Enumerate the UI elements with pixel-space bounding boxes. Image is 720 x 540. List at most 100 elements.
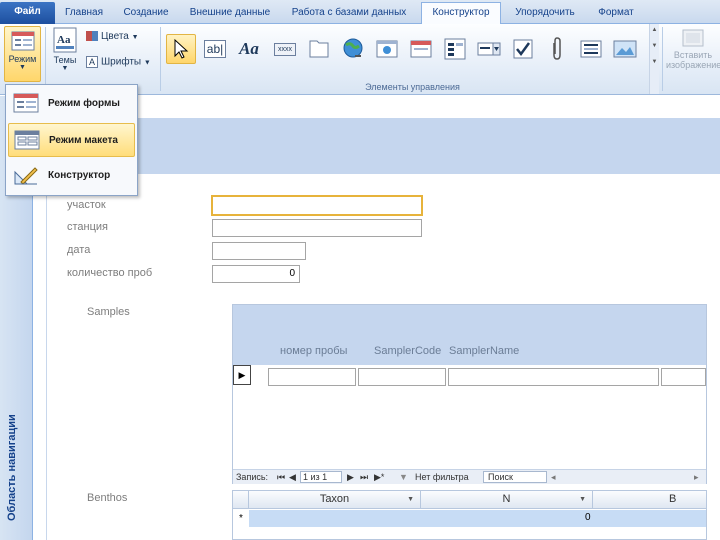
- web-browser-control-button[interactable]: [372, 34, 402, 64]
- tab-home[interactable]: Главная: [58, 3, 110, 24]
- button-control-button[interactable]: xxxx: [270, 34, 300, 64]
- benthos-subform[interactable]: Taxon ▼ N ▼ B * 0: [232, 490, 707, 540]
- design-view-icon: [14, 167, 38, 185]
- checkbox-control-button[interactable]: [508, 34, 538, 64]
- record-position-box[interactable]: 1 из 1: [300, 471, 342, 483]
- station-field[interactable]: [212, 219, 422, 237]
- tab-arrange[interactable]: Упорядочить: [505, 3, 585, 24]
- menu-item-layout-view[interactable]: Режим макета: [8, 123, 135, 157]
- colors-icon: [86, 31, 98, 42]
- fonts-icon: A: [86, 56, 98, 68]
- sampler-name-cell[interactable]: [448, 368, 659, 386]
- combo-box-icon: [477, 42, 501, 56]
- form-header: [46, 118, 720, 174]
- chevron-down-icon[interactable]: ▼: [579, 491, 586, 508]
- list-box-icon: [580, 40, 602, 58]
- first-record-button[interactable]: ⏮: [277, 472, 285, 483]
- controls-group-label: Элементы управления: [365, 82, 460, 92]
- plot-field[interactable]: [211, 195, 423, 216]
- label-control-button[interactable]: Aa: [234, 34, 264, 64]
- paperclip-icon: [553, 37, 561, 60]
- record-label: Запись:: [236, 472, 269, 482]
- globe-link-icon: [343, 38, 363, 58]
- navigation-control-button[interactable]: [406, 34, 436, 64]
- n-value-cell[interactable]: 0: [585, 512, 591, 523]
- command-button-icon: xxxx: [274, 42, 296, 56]
- menu-item-design-view[interactable]: Конструктор: [8, 159, 135, 193]
- column-header-sample-number: номер пробы: [280, 345, 348, 357]
- benthos-subform-label: Benthos: [87, 492, 128, 504]
- tab-external-data[interactable]: Внешние данные: [184, 3, 276, 24]
- form-margin-line: [46, 174, 47, 540]
- tab-create[interactable]: Создание: [116, 3, 176, 24]
- select-pointer-button[interactable]: [166, 34, 196, 64]
- samples-subform-label: Samples: [87, 306, 130, 318]
- chevron-up-icon: ▲: [651, 27, 658, 33]
- attachment-control-button[interactable]: [542, 34, 572, 64]
- combo-box-control-button[interactable]: [474, 34, 504, 64]
- pointer-icon: [174, 38, 189, 59]
- menu-item-form-view[interactable]: Режим формы: [8, 87, 135, 121]
- filter-status[interactable]: Нет фильтра: [415, 472, 469, 482]
- tab-design[interactable]: Конструктор: [421, 2, 501, 24]
- last-record-button[interactable]: ⏭: [360, 472, 368, 483]
- fonts-button[interactable]: A Шрифты ▼: [86, 56, 151, 68]
- scroll-right-icon[interactable]: ▸: [694, 472, 699, 483]
- chevron-down-icon: ▼: [19, 64, 26, 71]
- insert-image-button[interactable]: Вставить изображение: [666, 28, 720, 84]
- ribbon-tab-bar: Файл Главная Создание Внешние данные Раб…: [0, 0, 720, 24]
- new-record-row[interactable]: [233, 510, 706, 527]
- sample-number-cell[interactable]: [268, 368, 356, 386]
- record-navigator: Запись: ⏮ ◀ 1 из 1 ▶ ⏭ ▶* ▼ Нет фильтра …: [233, 469, 706, 484]
- tab-control-icon: [309, 40, 329, 58]
- extra-cell[interactable]: [661, 368, 706, 386]
- chevron-down-icon: ▼: [131, 34, 139, 41]
- column-header-sampler-code: SamplerCode: [374, 345, 442, 357]
- column-header-n[interactable]: N ▼: [421, 491, 593, 509]
- themes-label: Темы: [53, 55, 77, 65]
- samples-subform[interactable]: номер пробы SamplerCode SamplerName ▶ За…: [232, 304, 707, 484]
- layout-view-icon: [14, 130, 40, 150]
- field-label-sample-count: количество проб: [67, 267, 153, 279]
- form-view-icon: [11, 31, 34, 51]
- tab-control-button[interactable]: [304, 34, 334, 64]
- column-header-sampler-name: SamplerName: [449, 345, 520, 357]
- tab-file[interactable]: Файл: [0, 2, 55, 24]
- view-mode-button[interactable]: Режим ▼: [4, 26, 41, 82]
- insert-image-icon: [682, 29, 704, 47]
- group-separator: [160, 27, 161, 91]
- sample-count-field[interactable]: 0: [212, 265, 300, 283]
- image-control-button[interactable]: [610, 34, 640, 64]
- next-record-button[interactable]: ▶: [347, 472, 354, 483]
- scroll-left-icon[interactable]: ◂: [551, 472, 556, 483]
- textbox-control-button[interactable]: ab|: [200, 34, 230, 64]
- tab-database-tools[interactable]: Работа с базами данных: [284, 3, 414, 24]
- chevron-down-icon: ▼: [651, 43, 658, 49]
- field-label-plot: участок: [67, 199, 106, 211]
- group-separator: [662, 27, 663, 91]
- date-field[interactable]: [212, 242, 306, 260]
- new-record-marker: *: [233, 510, 249, 527]
- sampler-code-cell[interactable]: [358, 368, 446, 386]
- column-header-taxon[interactable]: Taxon ▼: [249, 491, 421, 509]
- fonts-label: Шрифты: [101, 56, 142, 68]
- datasheet-corner[interactable]: [233, 491, 249, 509]
- search-input: Поиск: [488, 472, 513, 482]
- navigation-control-icon: [410, 40, 432, 58]
- themes-button[interactable]: Aa Темы ▼: [50, 26, 80, 82]
- chevron-down-icon[interactable]: ▼: [407, 491, 414, 508]
- tab-format[interactable]: Формат: [590, 3, 642, 24]
- insert-image-label-2: изображение: [666, 60, 720, 70]
- new-record-button[interactable]: ▶*: [374, 472, 384, 483]
- gallery-more-icon: ▼: [651, 59, 658, 65]
- chevron-down-icon: ▼: [143, 59, 151, 67]
- list-box-control-button[interactable]: [576, 34, 606, 64]
- search-box[interactable]: Поиск: [483, 471, 547, 483]
- svg-text:Aa: Aa: [57, 34, 71, 46]
- prev-record-button[interactable]: ◀: [289, 472, 296, 483]
- column-header-b[interactable]: B: [593, 491, 706, 509]
- hyperlink-control-button[interactable]: [338, 34, 368, 64]
- colors-button[interactable]: Цвета ▼: [86, 31, 139, 42]
- option-group-control-button[interactable]: [440, 34, 470, 64]
- record-selector[interactable]: ▶: [233, 365, 251, 385]
